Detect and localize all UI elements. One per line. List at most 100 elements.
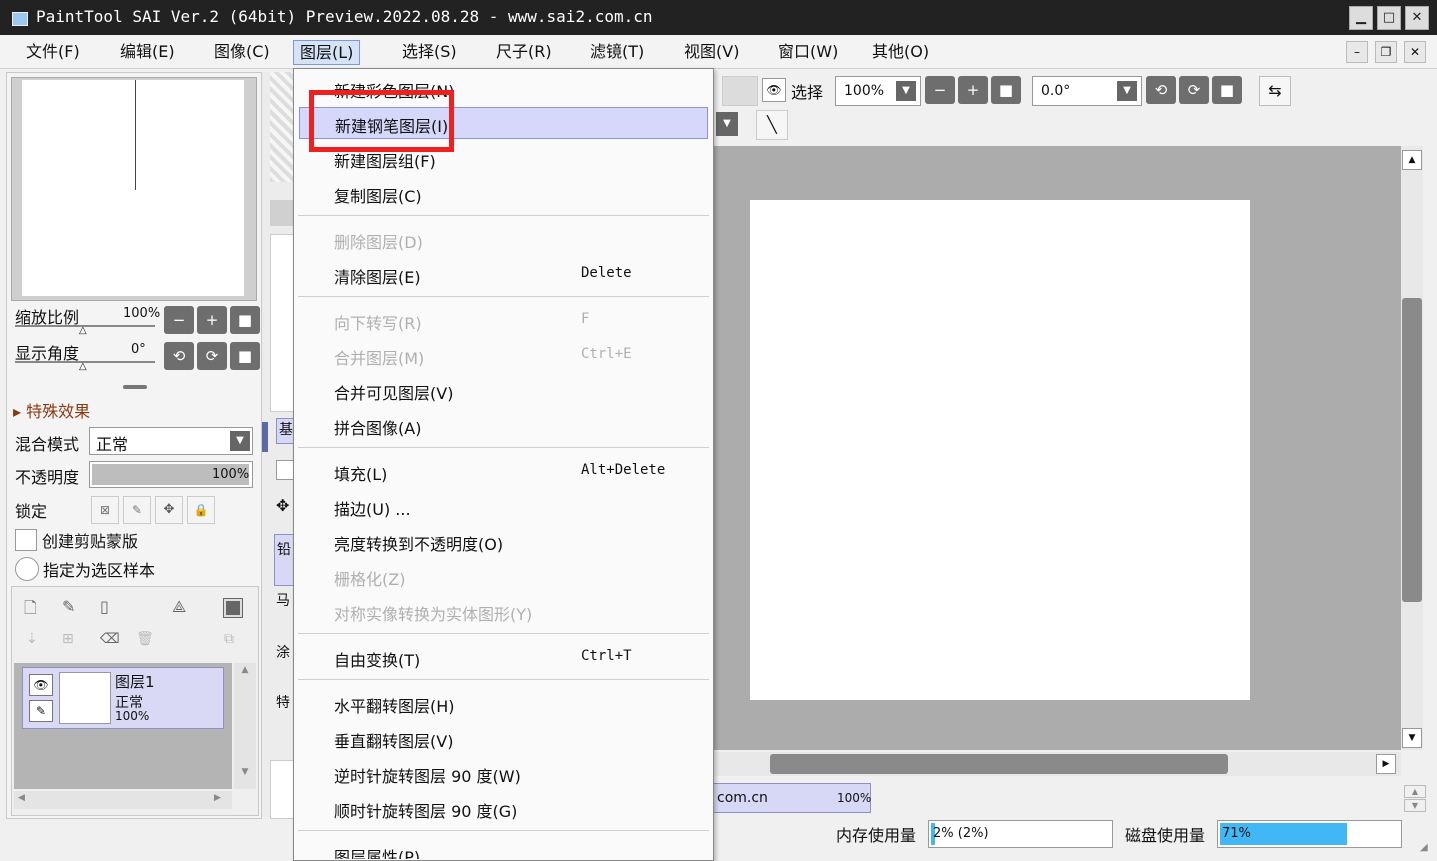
zoom-in-button[interactable]: + bbox=[958, 76, 988, 104]
lock-transparency-icon[interactable]: ⊠ bbox=[91, 496, 119, 524]
mdi-restore-icon[interactable]: ❐ bbox=[1375, 41, 1397, 63]
new-pen-layer-icon[interactable]: ✎ bbox=[62, 597, 75, 616]
delete-layer-icon[interactable]: 🗑 bbox=[136, 631, 154, 647]
mdi-close-icon[interactable]: ✕ bbox=[1404, 41, 1426, 63]
angle-slider-handle[interactable]: △ bbox=[79, 361, 87, 372]
scroll-up-icon[interactable]: ▲ bbox=[1402, 150, 1422, 170]
line-tool-icon[interactable]: ╲ bbox=[756, 110, 788, 140]
selection-tool-button[interactable] bbox=[722, 76, 758, 106]
scroll-down-icon[interactable]: ▼ bbox=[1404, 799, 1426, 812]
menu-item-rotate-ccw[interactable]: 逆时针旋转图层 90 度(W) bbox=[294, 756, 713, 790]
layer-scrollbar[interactable]: ▲ ▼ bbox=[234, 663, 256, 789]
zoom-out-button[interactable]: − bbox=[925, 76, 955, 104]
doc-tab-scroller[interactable]: ▲ ▼ bbox=[1404, 785, 1426, 812]
menu-item-delete-layer[interactable]: 删除图层(D) bbox=[294, 222, 713, 256]
rotate-left-button[interactable]: ⟲ bbox=[164, 342, 194, 370]
eye-icon[interactable]: 👁 bbox=[762, 78, 786, 102]
menu-item-rotate-cw[interactable]: 顺时针旋转图层 90 度(G) bbox=[294, 791, 713, 825]
menu-other[interactable]: 其他(O) bbox=[866, 40, 935, 63]
menu-item-rasterize[interactable]: 栅格化(Z) bbox=[294, 559, 713, 593]
canvas-document[interactable] bbox=[750, 200, 1250, 700]
menu-item-free-transform[interactable]: 自由变换(T) Ctrl+T bbox=[294, 640, 713, 674]
menu-ruler[interactable]: 尺子(R) bbox=[490, 40, 558, 63]
menu-item-duplicate-layer[interactable]: 复制图层(C) bbox=[294, 176, 713, 210]
scroll-up-icon[interactable]: ▲ bbox=[236, 665, 254, 681]
merge-icon[interactable]: ⊞ bbox=[62, 631, 74, 647]
menu-image[interactable]: 图像(C) bbox=[208, 40, 276, 63]
zoom-dropdown[interactable]: 100% ▼ bbox=[835, 76, 921, 106]
angle-dropdown[interactable]: 0.0° ▼ bbox=[1032, 76, 1142, 106]
minimize-button[interactable]: ▁ bbox=[1349, 6, 1373, 30]
menu-item-convert-symmetry[interactable]: 对称实像转换为实体图形(Y) bbox=[294, 594, 713, 628]
mdi-minimize-icon[interactable]: – bbox=[1346, 41, 1368, 63]
layer-row[interactable]: 👁 ✎ 图层1 正常 100% bbox=[22, 667, 224, 729]
mask-icon[interactable] bbox=[224, 599, 242, 617]
menu-item-stroke[interactable]: 描边(U) ... bbox=[294, 489, 713, 523]
clear-layer-icon[interactable]: ⌫ bbox=[100, 631, 120, 647]
menu-select[interactable]: 选择(S) bbox=[396, 40, 463, 63]
menu-item-merge-layer[interactable]: 合并图层(M) Ctrl+E bbox=[294, 338, 713, 372]
rotate-right-button[interactable]: ⟳ bbox=[1179, 76, 1209, 104]
new-group-icon[interactable]: ▯ bbox=[100, 597, 109, 616]
menu-window[interactable]: 窗口(W) bbox=[772, 40, 844, 63]
scroll-down-icon[interactable]: ▼ bbox=[1402, 728, 1422, 748]
zoom-reset-button[interactable]: ■ bbox=[991, 76, 1021, 104]
menu-item-flip-horizontal[interactable]: 水平翻转图层(H) bbox=[294, 686, 713, 720]
menu-item-merge-visible[interactable]: 合并可见图层(V) bbox=[294, 373, 713, 407]
lock-paint-icon[interactable]: ✎ bbox=[123, 496, 151, 524]
color-swatch-area[interactable] bbox=[270, 72, 294, 182]
lock-all-icon[interactable]: 🔒 bbox=[187, 496, 215, 524]
zoom-reset-button[interactable]: ■ bbox=[230, 306, 260, 334]
brush-item-blur[interactable]: 涂 bbox=[276, 642, 290, 662]
close-button[interactable]: ✕ bbox=[1405, 6, 1429, 30]
symmetry-icon[interactable]: ⟁ bbox=[172, 597, 186, 617]
rotate-reset-button[interactable]: ■ bbox=[230, 342, 260, 370]
eye-icon[interactable]: 👁 bbox=[29, 674, 53, 696]
brush-item-special[interactable]: 特 bbox=[276, 692, 290, 712]
chevron-down-icon[interactable]: ▼ bbox=[716, 112, 738, 136]
vscroll-thumb[interactable] bbox=[1402, 298, 1422, 602]
canvas-hscrollbar[interactable]: ▶ bbox=[712, 752, 1401, 776]
menu-layer[interactable]: 图层(L) bbox=[293, 40, 361, 65]
scroll-up-icon[interactable]: ▲ bbox=[1404, 785, 1426, 798]
zoom-in-button[interactable]: + bbox=[197, 306, 227, 334]
lock-move-icon[interactable]: ✥ bbox=[155, 496, 183, 524]
new-layer-icon[interactable]: 🗋 bbox=[24, 597, 37, 624]
blend-mode-dropdown[interactable]: 正常 ▼ bbox=[89, 427, 253, 455]
maximize-button[interactable]: □ bbox=[1377, 6, 1401, 30]
zoom-slider-handle[interactable]: △ bbox=[79, 325, 87, 336]
pencil-icon[interactable]: ✎ bbox=[29, 700, 53, 722]
menu-item-transfer-down[interactable]: 向下转写(R) F bbox=[294, 303, 713, 337]
flip-icon[interactable]: ⇆ bbox=[1259, 76, 1291, 106]
menu-item-flip-vertical[interactable]: 垂直翻转图层(V) bbox=[294, 721, 713, 755]
hscroll-thumb[interactable] bbox=[770, 754, 1228, 774]
document-tab[interactable]: com.cn 100% bbox=[712, 783, 871, 813]
menu-item-layer-properties[interactable]: 图层属性(P) ... bbox=[294, 837, 713, 859]
effects-section[interactable]: ▸ 特殊效果 bbox=[13, 398, 90, 422]
tool-button[interactable] bbox=[270, 200, 294, 226]
rotate-left-button[interactable]: ⟲ bbox=[1146, 76, 1176, 104]
clip-mask-checkbox[interactable] bbox=[15, 529, 37, 551]
layer-options-icon[interactable]: ⧉ bbox=[224, 631, 234, 647]
panel-splitter[interactable] bbox=[123, 385, 147, 389]
layer-hscrollbar[interactable]: ◀ ▶ bbox=[14, 791, 232, 809]
menu-item-flatten-image[interactable]: 拼合图像(A) bbox=[294, 408, 713, 442]
menu-item-luminance-to-opacity[interactable]: 亮度转换到不透明度(O) bbox=[294, 524, 713, 558]
move-icon[interactable]: ✥ bbox=[276, 496, 289, 515]
rotate-right-button[interactable]: ⟳ bbox=[197, 342, 227, 370]
menu-file[interactable]: 文件(F) bbox=[20, 40, 86, 63]
menu-item-fill[interactable]: 填充(L) Alt+Delete bbox=[294, 454, 713, 488]
scroll-right-icon[interactable]: ▶ bbox=[1376, 754, 1396, 774]
selection-sample-radio[interactable] bbox=[15, 557, 39, 581]
scroll-right-icon[interactable]: ▶ bbox=[214, 793, 221, 803]
navigator[interactable] bbox=[11, 77, 257, 301]
resize-grip-icon[interactable]: ◢ bbox=[1420, 842, 1428, 853]
canvas-area[interactable] bbox=[712, 146, 1401, 750]
rotate-reset-button[interactable]: ■ bbox=[1212, 76, 1242, 104]
menu-edit[interactable]: 编辑(E) bbox=[114, 40, 181, 63]
opacity-slider[interactable]: 100% bbox=[89, 461, 253, 488]
zoom-out-button[interactable]: − bbox=[164, 306, 194, 334]
menu-item-clear-layer[interactable]: 清除图层(E) Delete bbox=[294, 257, 713, 291]
menu-view[interactable]: 视图(V) bbox=[678, 40, 745, 63]
menu-filter[interactable]: 滤镜(T) bbox=[584, 40, 650, 63]
